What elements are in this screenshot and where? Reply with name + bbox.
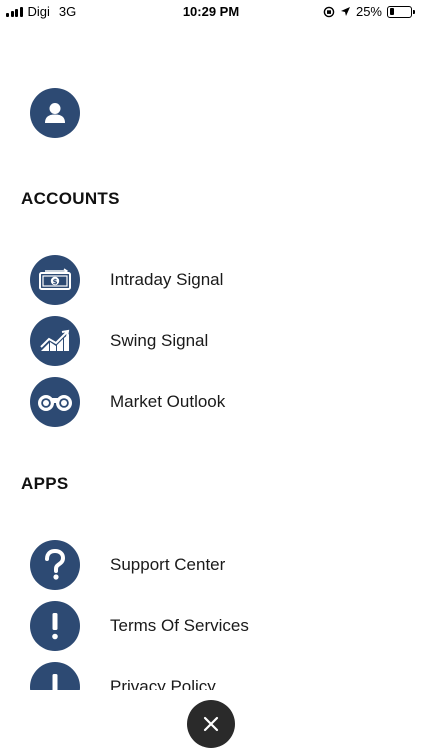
money-icon: $ [39,268,71,290]
menu-item-label: Support Center [110,555,226,574]
binoculars-icon [38,395,72,411]
exclamation-icon [52,674,58,690]
menu-item-label: Terms Of Services [110,616,249,635]
apps-section-title: APPS [21,474,69,493]
exclamation-icon [52,613,58,640]
menu-item-market-outlook[interactable]: Market Outlook [30,377,225,427]
menu-item-icon-wrap [30,377,80,427]
user-icon [45,103,65,123]
menu-item-icon-wrap: $ [30,255,80,305]
menu-item-support-center[interactable]: Support Center [30,540,225,590]
screen: Digi 3G 10:29 PM 25% ACCOUNTS $ Intraday… [0,0,422,750]
menu-item-swing-signal[interactable]: Swing Signal [30,316,208,366]
menu-item-intraday-signal[interactable]: $ Intraday Signal [30,255,223,305]
close-icon [203,716,219,732]
close-button[interactable] [187,700,235,748]
menu-item-icon-wrap [30,601,80,651]
profile-avatar[interactable] [30,88,80,138]
menu-item-icon-wrap [30,662,80,690]
menu-item-icon-wrap [30,540,80,590]
menu-item-icon-wrap [30,316,80,366]
menu-item-label: Intraday Signal [110,270,224,289]
menu-scroll-area[interactable]: ACCOUNTS $ Intraday Signal Swing Signal … [0,0,422,690]
chart-up-icon [40,329,70,351]
menu-item-label: Swing Signal [110,331,209,350]
menu-item-terms-of-services[interactable]: Terms Of Services [30,601,249,651]
accounts-section-title: ACCOUNTS [21,189,120,208]
menu-item-privacy-policy[interactable]: Privacy Policy [30,662,216,690]
menu-item-label: Market Outlook [110,392,226,411]
svg-text:$: $ [53,278,58,286]
menu-item-label: Privacy Policy [110,677,216,690]
question-icon [45,548,66,580]
